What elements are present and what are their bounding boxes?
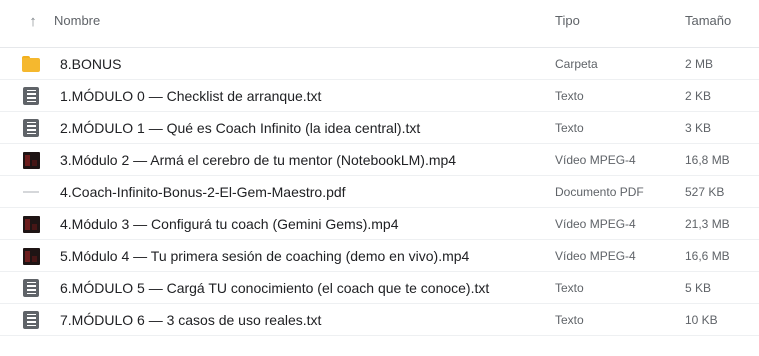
file-name: 4.Módulo 3 — Configurá tu coach (Gemini …: [60, 216, 399, 232]
file-type: Vídeo MPEG-4: [555, 153, 636, 167]
file-size: 2 MB: [685, 57, 714, 71]
file-row[interactable]: 6.MÓDULO 5 — Cargá TU conocimiento (el c…: [0, 272, 759, 304]
file-row[interactable]: 8.BONUS Carpeta 2 MB: [0, 48, 759, 80]
file-type: Texto: [555, 281, 584, 295]
file-row[interactable]: 3.Módulo 2 — Armá el cerebro de tu mento…: [0, 144, 759, 176]
file-row[interactable]: 5.Módulo 4 — Tu primera sesión de coachi…: [0, 240, 759, 272]
column-header-size[interactable]: Tamaño: [685, 13, 731, 28]
file-row[interactable]: 1.MÓDULO 0 — Checklist de arranque.txt Te…: [0, 80, 759, 112]
pdf-thumbnail-icon: [22, 183, 40, 201]
file-size: 527 KB: [685, 185, 725, 199]
text-file-icon: [22, 279, 40, 297]
video-thumbnail-icon: [22, 151, 40, 169]
file-row[interactable]: 4.Módulo 3 — Configurá tu coach (Gemini …: [0, 208, 759, 240]
file-name: 6.MÓDULO 5 — Cargá TU conocimiento (el c…: [60, 280, 490, 296]
file-list: ↑ Nombre Tipo Tamaño 8.BONUS Carpeta 2 MB 1…: [0, 0, 759, 356]
file-name: 7.MÓDULO 6 — 3 casos de uso reales.txt: [60, 312, 322, 328]
file-rows: 8.BONUS Carpeta 2 MB 1.MÓDULO 0 — Checklist…: [0, 48, 759, 336]
text-file-icon: [22, 87, 40, 105]
file-type: Texto: [555, 313, 584, 327]
arrow-up-icon[interactable]: ↑: [26, 12, 40, 30]
column-header-type[interactable]: Tipo: [555, 13, 580, 28]
file-size: 21,3 MB: [685, 217, 730, 231]
video-thumbnail-icon: [22, 215, 40, 233]
file-size: 16,8 MB: [685, 153, 730, 167]
file-name: 8.BONUS: [60, 56, 122, 72]
file-type: Carpeta: [555, 57, 598, 71]
file-type: Vídeo MPEG-4: [555, 217, 636, 231]
video-thumbnail-icon: [22, 247, 40, 265]
column-header-name[interactable]: Nombre: [54, 13, 100, 28]
file-type: Texto: [555, 89, 584, 103]
file-row[interactable]: 2.MÓDULO 1 — Qué es Coach Infinito (la i…: [0, 112, 759, 144]
file-type: Vídeo MPEG-4: [555, 249, 636, 263]
file-row[interactable]: 7.MÓDULO 6 — 3 casos de uso reales.txt Te…: [0, 304, 759, 336]
text-file-icon: [22, 311, 40, 329]
file-name: 2.MÓDULO 1 — Qué es Coach Infinito (la i…: [60, 120, 421, 136]
file-size: 10 KB: [685, 313, 718, 327]
file-name: 5.Módulo 4 — Tu primera sesión de coachi…: [60, 248, 470, 264]
file-name: 4.Coach-Infinito-Bonus-2-El-Gem-Maestro.…: [60, 184, 346, 200]
file-size: 16,6 MB: [685, 249, 730, 263]
column-header-row: ↑ Nombre Tipo Tamaño: [0, 0, 759, 48]
file-name: 3.Módulo 2 — Armá el cerebro de tu mento…: [60, 152, 457, 168]
file-name: 1.MÓDULO 0 — Checklist de arranque.txt: [60, 88, 322, 104]
file-size: 2 KB: [685, 89, 712, 103]
file-type: Texto: [555, 121, 584, 135]
file-size: 5 KB: [685, 281, 712, 295]
file-size: 3 KB: [685, 121, 712, 135]
file-type: Documento PDF: [555, 185, 644, 199]
file-row[interactable]: 4.Coach-Infinito-Bonus-2-El-Gem-Maestro.…: [0, 176, 759, 208]
text-file-icon: [22, 119, 40, 137]
folder-icon: [22, 55, 40, 73]
